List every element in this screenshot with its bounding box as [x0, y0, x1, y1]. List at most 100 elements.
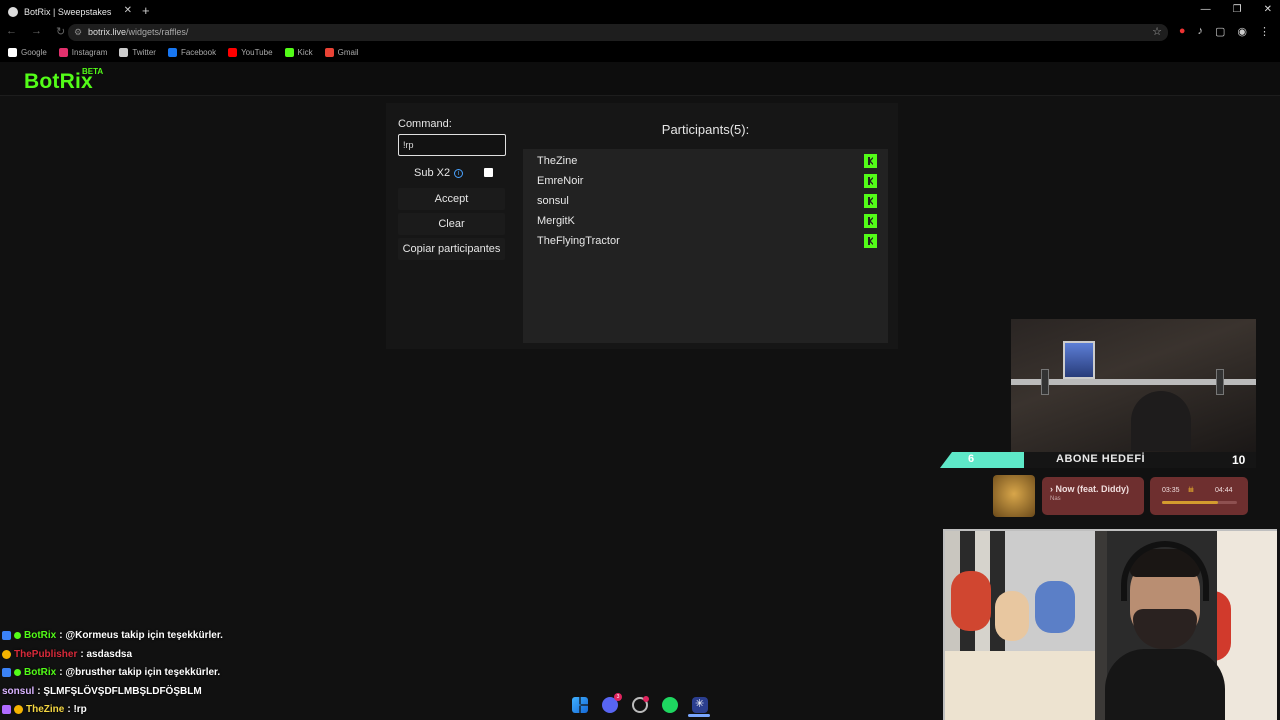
page-header: BotRix BETA	[0, 62, 1280, 96]
close-tab-icon[interactable]: ✕	[124, 5, 132, 16]
sub-badge-icon	[2, 704, 11, 714]
sub-x2-checkbox[interactable]	[484, 168, 493, 177]
chat-text: : asdasdsa	[80, 648, 133, 660]
bookmark-google[interactable]: Google	[8, 47, 47, 57]
goal-progress-fill	[940, 452, 1024, 468]
chrome-icon[interactable]	[632, 696, 649, 713]
poster-figure	[995, 591, 1029, 641]
spotify-icon[interactable]	[662, 697, 678, 713]
nav-buttons: ← → ↻	[6, 25, 65, 38]
chat-username: BotRix	[24, 629, 57, 641]
list-item[interactable]: MergitK	[537, 212, 877, 230]
participants-list: TheZine EmreNoir sonsul MergitK TheFlyin…	[523, 149, 888, 343]
chat-text: : @Kormeus takip için teşekkürler.	[59, 629, 223, 641]
song-progress-track	[1162, 501, 1237, 504]
beta-tag: BETA	[82, 67, 104, 76]
info-icon[interactable]: i	[454, 168, 464, 178]
bookmark-instagram[interactable]: Instagram	[58, 47, 107, 57]
participant-name: TheFlyingTractor	[537, 235, 620, 247]
kick-icon	[864, 154, 877, 168]
sub-x2-option: Sub X2 i	[414, 167, 464, 179]
chat-message: BotRix : @Kormeus takip için teşekkürler…	[2, 627, 223, 643]
x-twitter-icon	[119, 47, 129, 57]
site-info-icon[interactable]: ⚙	[74, 24, 82, 41]
kick-icon	[864, 174, 877, 188]
bookmark-gmail[interactable]: Gmail	[324, 47, 359, 57]
list-item[interactable]: TheFlyingTractor	[537, 232, 877, 250]
time-total: 04:44	[1215, 487, 1233, 494]
bot-badge-icon	[2, 667, 11, 677]
weight-plate-shape	[1216, 369, 1224, 395]
copy-participants-button[interactable]: Copiar participantes	[398, 238, 505, 260]
chat-username: sonsul	[2, 685, 35, 697]
og-badge-icon	[2, 649, 11, 659]
google-icon	[8, 47, 17, 57]
poster-figure	[951, 571, 991, 631]
kick-icon	[864, 214, 877, 228]
puzzle-icon[interactable]: ▢	[1215, 25, 1225, 38]
kick-icon	[864, 194, 877, 208]
url-field[interactable]: ⚙ botrix.live/widgets/raffles/ ☆	[68, 24, 1168, 41]
chat-text: : @brusther takip için teşekkürler.	[59, 666, 221, 678]
song-progress-fill	[1162, 501, 1219, 504]
participant-name: sonsul	[537, 195, 569, 207]
bookmark-star-icon[interactable]: ☆	[1152, 24, 1162, 41]
chat-message: ThePublisher : asdasdsa	[2, 646, 132, 662]
chat-username: ThePublisher	[14, 648, 78, 660]
poster-figure	[1035, 581, 1075, 633]
maximize-icon[interactable]: ❐	[1233, 4, 1242, 15]
menu-icon[interactable]: ⋮	[1259, 25, 1270, 38]
back-icon[interactable]: ←	[6, 25, 17, 38]
bot-badge-icon	[2, 630, 11, 640]
media-icon[interactable]: ♪	[1197, 25, 1203, 38]
tab-title: BotRix | Sweepstakes	[24, 7, 112, 17]
profile-icon[interactable]: ◉	[1237, 25, 1247, 38]
audio-wave-icon: ılıılı	[1188, 487, 1194, 494]
app-icon[interactable]	[692, 697, 708, 713]
facebook-icon	[167, 47, 177, 57]
shirt-shape	[1105, 649, 1225, 720]
weight-plate-shape	[1041, 369, 1049, 395]
chat-message: BotRix : @brusther takip için teşekkürle…	[2, 664, 220, 680]
bookmark-kick[interactable]: Kick	[284, 47, 313, 57]
address-bar-row: ← → ↻ ⚙ botrix.live/widgets/raffles/ ☆ ●…	[0, 22, 1280, 42]
song-artist: Nas	[1050, 496, 1061, 502]
chat-text: : !rp	[67, 703, 87, 715]
now-playing-progress: 03:35 ılıılı 04:44	[1150, 477, 1248, 515]
command-label: Command:	[398, 118, 452, 130]
url-host: botrix.live	[88, 27, 127, 37]
monitor-shape	[1063, 341, 1095, 379]
extension-icon[interactable]: ●	[1179, 25, 1186, 38]
window-controls: — ❐ ✕	[1201, 4, 1272, 15]
youtube-icon	[228, 47, 238, 57]
bookmark-twitter[interactable]: Twitter	[119, 47, 156, 57]
forward-icon[interactable]: →	[31, 25, 42, 38]
accept-button[interactable]: Accept	[398, 188, 505, 210]
close-window-icon[interactable]: ✕	[1264, 4, 1272, 15]
discord-icon[interactable]: 3	[602, 693, 622, 713]
bookmark-youtube[interactable]: YouTube	[228, 47, 273, 57]
bookmark-facebook[interactable]: Facebook	[167, 47, 216, 57]
chat-text: : ŞLMFŞLÖVŞDFLMBŞLDFÖŞBLM	[37, 685, 202, 697]
goal-current: 6	[968, 453, 975, 465]
participant-name: MergitK	[537, 215, 575, 227]
song-title: › Now (feat. Diddy)	[1050, 484, 1129, 494]
new-tab-button[interactable]: +	[142, 3, 150, 18]
verified-badge-icon	[14, 631, 21, 639]
participant-name: TheZine	[537, 155, 578, 167]
minimize-icon[interactable]: —	[1201, 4, 1211, 15]
windows-start-icon[interactable]	[572, 697, 588, 713]
list-item[interactable]: sonsul	[537, 192, 877, 210]
tab-botrix[interactable]: BotRix | Sweepstakes ✕	[4, 2, 134, 22]
list-item[interactable]: TheZine	[537, 152, 877, 170]
kick-icon	[284, 47, 294, 57]
reload-icon[interactable]: ↻	[56, 25, 65, 38]
bookmark-label: Kick	[297, 47, 313, 57]
list-item[interactable]: EmreNoir	[537, 172, 877, 190]
chat-username: BotRix	[24, 666, 57, 678]
og-badge-icon	[14, 704, 23, 714]
command-input[interactable]	[398, 134, 506, 156]
clear-button[interactable]: Clear	[398, 213, 505, 235]
bookmark-label: YouTube	[241, 47, 273, 57]
bookmarks-bar: Google Instagram Twitter Facebook YouTub…	[0, 42, 1280, 62]
